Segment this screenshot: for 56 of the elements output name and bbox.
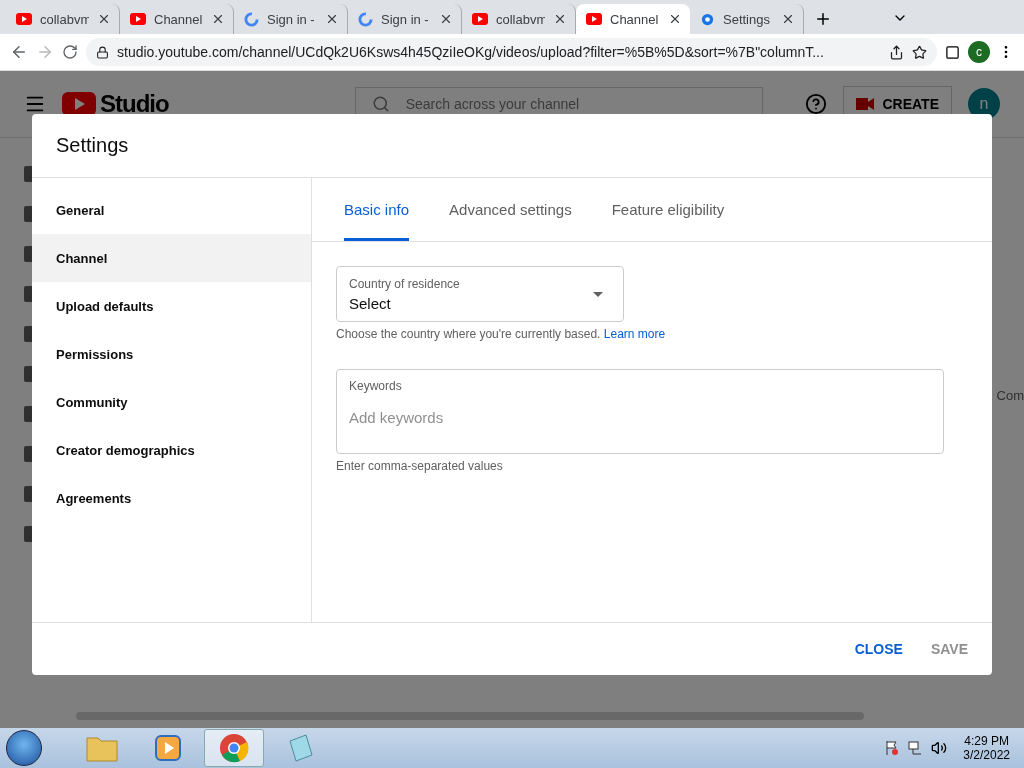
tab[interactable]: Advanced settings [449, 178, 572, 241]
help-icon[interactable] [805, 93, 828, 115]
profile-avatar[interactable]: c [968, 41, 990, 63]
field-label: Country of residence [349, 276, 461, 291]
start-button[interactable] [6, 730, 42, 766]
learn-more-link[interactable]: Learn more [603, 327, 666, 341]
play-logo-icon [472, 13, 488, 25]
select-value: Select [349, 294, 392, 312]
browser-tab[interactable]: Channel [576, 4, 690, 34]
close-icon[interactable] [439, 12, 453, 26]
close-icon[interactable] [211, 12, 225, 26]
nav-item[interactable]: General [32, 186, 311, 234]
back-icon[interactable] [10, 43, 28, 61]
reload-icon[interactable] [62, 44, 78, 60]
network-icon[interactable] [907, 740, 924, 756]
dialog-button[interactable]: CLOSE [844, 633, 913, 665]
flag-icon[interactable] [885, 740, 900, 756]
play-logo-icon [586, 13, 602, 25]
nav-item[interactable]: Agreements [32, 474, 311, 522]
close-icon[interactable] [97, 12, 111, 26]
volume-icon[interactable] [931, 740, 948, 756]
side-panel-icon[interactable] [945, 44, 960, 60]
nav-item[interactable]: Permissions [32, 330, 311, 378]
browser-logo-icon [219, 733, 249, 763]
close-icon[interactable] [781, 12, 795, 26]
folder-icon [86, 734, 118, 762]
lock-icon [96, 45, 109, 59]
star-icon[interactable] [912, 44, 927, 60]
country-select[interactable]: Country of residence Select [336, 266, 624, 322]
notepad-icon [286, 733, 314, 763]
close-icon[interactable] [553, 12, 567, 26]
taskbar-app[interactable] [204, 729, 264, 767]
play-logo-icon [16, 13, 32, 25]
new-tab-icon[interactable] [814, 10, 832, 28]
nav-item[interactable]: Upload defaults [32, 282, 311, 330]
video-camera-icon [856, 97, 875, 111]
nav-item[interactable]: Creator demographics [32, 426, 311, 474]
help-text: Enter comma-separated values [336, 459, 504, 473]
play-logo-icon [130, 13, 146, 25]
tab[interactable]: Feature eligibility [611, 178, 725, 241]
nav-item[interactable]: Community [32, 378, 311, 426]
field-label: Keywords [349, 379, 403, 393]
clock[interactable]: 4:29 PM 3/2/2022 [955, 734, 1018, 762]
close-icon[interactable] [325, 12, 339, 26]
search-icon [371, 95, 390, 113]
close-icon[interactable] [668, 12, 682, 26]
column-text: Com [996, 388, 1024, 405]
tab[interactable]: Basic info [344, 178, 410, 241]
address-field[interactable]: studio.youtube.com/channel/UCdQk2U6Ksws4h45QziIeOKg/videos/upload?filter=%5B%5D&sort=%7B"columnT... [86, 38, 937, 66]
dialog-title: Settings [32, 114, 992, 178]
url-text: studio.youtube.com/channel/UCdQk2U6Ksws4h45QziIeOKg/videos/upload?filter=%5B%5D&sort=%7B"columnT... [117, 44, 825, 60]
media-player-icon [154, 734, 182, 762]
nav-item[interactable]: Channel [32, 234, 311, 282]
dropdown-caret-icon [593, 291, 603, 297]
help-text: Choose the country where you're currently based. Learn more [336, 327, 667, 341]
share-icon[interactable] [889, 44, 904, 60]
